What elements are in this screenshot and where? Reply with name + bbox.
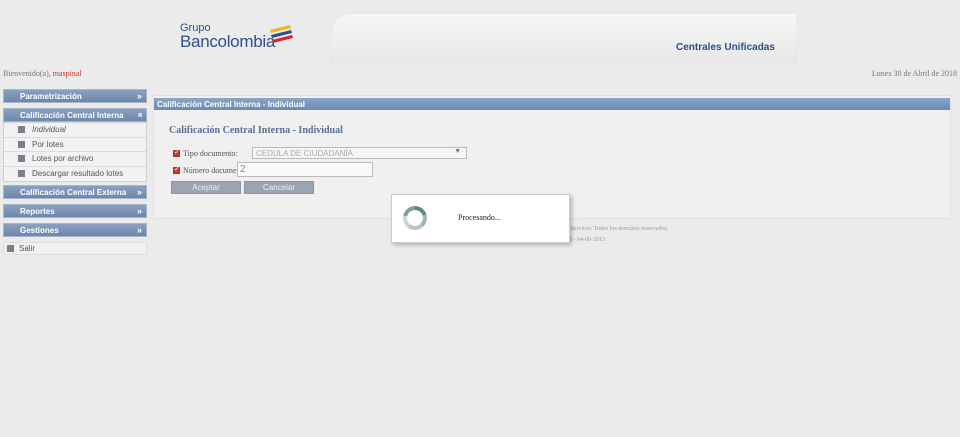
processing-message: Procesando...: [458, 213, 501, 222]
bullet-square-icon: [7, 245, 14, 252]
dropdown-arrow-icon: ▼: [454, 148, 461, 155]
username: maspinal: [52, 69, 82, 78]
tipo-documento-select[interactable]: CEDULA DE CIUDADANÍA ▼: [252, 147, 467, 159]
section-label: Parametrización: [20, 91, 82, 101]
sidebar-section-central-externa[interactable]: Calificación Central Externa »: [3, 185, 147, 199]
current-date: Lunes 30 de Abril de 2018: [871, 69, 957, 78]
bullet-square-icon: [18, 155, 25, 163]
aceptar-button[interactable]: Aceptar: [171, 181, 241, 194]
menu-item-label: Individual: [32, 125, 66, 135]
menu-item-label: Por lotes: [32, 139, 64, 149]
chevron-down-double-icon: »: [136, 206, 142, 216]
menu-item-lotes-por-archivo[interactable]: Lotes por archivo: [4, 152, 146, 167]
chevron-down-double-icon: »: [136, 187, 142, 197]
central-interna-submenu: Individual Por lotes Lotes por archivo D…: [3, 122, 147, 182]
welcome-prefix: Bienvenido(a),: [3, 69, 51, 78]
footer-version: 10 - 04-06-2013: [566, 237, 605, 243]
footer-copyright: y Services. Todos los derechos reservado…: [566, 226, 669, 232]
app-title: Centrales Unificadas: [676, 42, 775, 53]
section-label: Calificación Central Externa: [20, 187, 127, 197]
panel-header: Calificación Central Interna - Individua…: [154, 98, 950, 110]
tipo-documento-label: Tipo documento:: [183, 149, 238, 158]
page-title: Calificación Central Interna - Individua…: [169, 125, 343, 136]
section-label: Gestiones: [20, 225, 59, 235]
menu-item-label: Descargar resultado lotes: [32, 169, 124, 179]
menu-item-por-lotes[interactable]: Por lotes: [4, 138, 146, 152]
sidebar-section-reportes[interactable]: Reportes »: [3, 204, 147, 218]
menu-item-label: Lotes por archivo: [32, 154, 94, 164]
logout-item[interactable]: Salir: [3, 242, 147, 255]
processing-dialog: Procesando...: [391, 194, 570, 243]
tipo-documento-row: Tipo documento:: [173, 148, 238, 158]
required-check-icon: [173, 165, 180, 174]
bancolombia-logo: Grupo Bancolombia: [180, 22, 300, 56]
sidebar-section-gestiones[interactable]: Gestiones »: [3, 223, 147, 237]
chevron-down-double-icon: »: [136, 91, 142, 101]
chevron-up-double-icon: »: [134, 112, 145, 118]
section-label: Calificación Central Interna: [20, 110, 124, 120]
logo-bancolombia-text: Bancolombia: [180, 32, 275, 51]
logout-label: Salir: [19, 244, 36, 253]
header-banner: [330, 12, 797, 64]
sidebar-menu: Parametrización » Calificación Central I…: [3, 89, 147, 255]
bullet-square-icon: [18, 126, 25, 134]
cancelar-button[interactable]: Cancelar: [244, 181, 314, 194]
bullet-square-icon: [18, 140, 25, 148]
bullet-square-icon: [18, 170, 25, 178]
loading-spinner-icon: [403, 206, 427, 230]
bancolombia-stripes-icon: [270, 25, 293, 43]
sidebar-section-central-interna[interactable]: Calificación Central Interna »: [3, 108, 147, 122]
numero-documento-input[interactable]: 2: [237, 162, 373, 177]
welcome-text: Bienvenido(a), maspinal: [3, 69, 82, 78]
required-check-icon: [173, 148, 180, 157]
select-value: CEDULA DE CIUDADANÍA: [256, 148, 353, 158]
menu-item-individual[interactable]: Individual: [4, 123, 146, 138]
menu-item-descargar-resultado[interactable]: Descargar resultado lotes: [4, 167, 146, 182]
section-label: Reportes: [20, 206, 55, 216]
sidebar-section-parametrizacion[interactable]: Parametrización »: [3, 89, 147, 103]
chevron-down-double-icon: »: [136, 225, 142, 235]
